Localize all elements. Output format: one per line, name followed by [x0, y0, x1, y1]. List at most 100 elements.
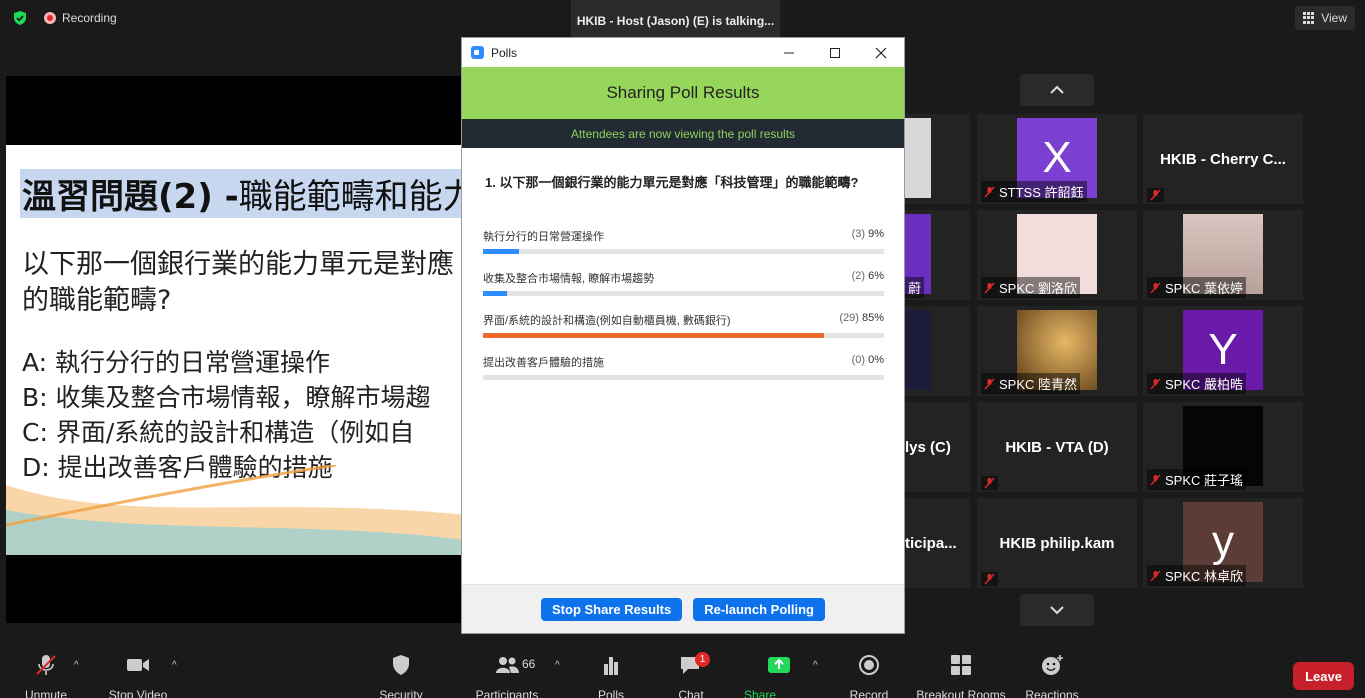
participant-label: SPKC 林卓欣 — [1147, 565, 1247, 586]
participant-tile[interactable]: HKIB philip.kam — [977, 498, 1137, 588]
poll-option-percent: 6% — [868, 270, 884, 282]
muted-mic-icon — [1150, 474, 1161, 485]
polls-status: Attendees are now viewing the poll resul… — [462, 119, 904, 148]
participant-tile[interactable]: HKIB - VTA (D) — [977, 402, 1137, 492]
shield-icon — [393, 655, 409, 675]
gallery-prev-button[interactable] — [1020, 74, 1094, 106]
participants-label: Participants — [475, 688, 539, 698]
participants-caret-icon[interactable]: ^ — [555, 660, 560, 671]
poll-option-row: 收集及整合市場情報, 瞭解市場趨勢 (2) 6% — [483, 270, 884, 286]
participant-tile[interactable] — [905, 306, 970, 396]
poll-option: 提出改善客戶體驗的措施 (0) 0% — [483, 354, 884, 380]
poll-option-bar-fill — [483, 291, 508, 296]
poll-option-percent: 9% — [868, 228, 884, 240]
chat-unread-badge: 1 — [695, 652, 710, 667]
poll-option-bar-track — [483, 291, 884, 296]
participant-tile[interactable]: 蔚 — [905, 210, 970, 300]
participant-tile[interactable]: ticipa... — [905, 498, 970, 588]
smiley-plus-icon — [1042, 655, 1063, 675]
participant-label — [981, 476, 998, 490]
participants-icon — [496, 657, 519, 673]
polls-window: Polls Sharing Poll Results Attendees are… — [461, 37, 905, 634]
view-button[interactable]: View — [1295, 6, 1355, 30]
record-icon — [859, 655, 879, 675]
poll-option-label: 收集及整合市場情報, 瞭解市場趨勢 — [483, 273, 655, 285]
chevron-down-icon — [1050, 606, 1064, 615]
unmute-button[interactable]: Unmute — [24, 654, 68, 698]
polls-window-title: Polls — [491, 45, 518, 60]
participant-tile[interactable]: SPKC 劉洛欣 — [977, 210, 1137, 300]
maximize-icon — [830, 47, 840, 58]
poll-results: 1. 以下那一個銀行業的能力單元是對應「科技管理」的職能範疇? 執行分行的日常營… — [462, 148, 904, 584]
slide-options: A: 執行分行的日常營運操作 B: 收集及整合市場情報，瞭解市場趨 C: 界面/… — [22, 345, 431, 485]
participant-label-text: SPKC 嚴柏晧 — [1165, 377, 1244, 392]
avatar-letter: X — [1042, 133, 1072, 182]
share-options-caret-icon[interactable]: ^ — [813, 660, 818, 671]
poll-option-label: 界面/系統的設計和構造(例如自動櫃員機, 數碼銀行) — [483, 315, 731, 327]
recording-indicator[interactable]: Recording — [44, 11, 117, 25]
polls-button[interactable]: Polls — [596, 654, 626, 698]
relaunch-polling-button[interactable]: Re-launch Polling — [693, 597, 825, 621]
slide-question-line: 以下那一個銀行業的能力單元是對應 — [22, 249, 454, 280]
muted-mic-icon — [984, 477, 995, 489]
poll-option: 界面/系統的設計和構造(例如自動櫃員機, 數碼銀行) (29) 85% — [483, 312, 884, 338]
leave-button[interactable]: Leave — [1293, 662, 1354, 690]
participant-tile[interactable]: lys (C) — [905, 402, 970, 492]
poll-option-bar-track — [483, 333, 884, 338]
recording-label: Recording — [62, 11, 117, 25]
stop-share-results-button[interactable]: Stop Share Results — [541, 597, 683, 621]
breakout-rooms-button[interactable]: Breakout Rooms — [916, 654, 1006, 698]
presentation-slide: 溫習問題(2) -職能範疇和能力 以下那一個銀行業的能力單元是對應 的職能範疇?… — [6, 145, 462, 555]
participant-name: HKIB philip.kam — [999, 534, 1115, 552]
poll-option-count: (2) — [851, 270, 866, 282]
avatar-letter: y — [1212, 517, 1234, 566]
reactions-label: Reactions — [1025, 688, 1079, 698]
participant-tile[interactable]: SPKC 莊子瑤 — [1143, 402, 1303, 492]
shield-check-icon[interactable] — [12, 10, 28, 26]
muted-mic-icon — [1150, 570, 1161, 581]
gallery-next-button[interactable] — [1020, 594, 1094, 626]
stop-video-button[interactable]: Stop Video — [108, 654, 168, 698]
muted-mic-icon — [984, 378, 995, 389]
slide-decoration — [6, 465, 462, 555]
participant-label: SPKC 葉依婷 — [1147, 277, 1247, 298]
poll-option: 收集及整合市場情報, 瞭解市場趨勢 (2) 6% — [483, 270, 884, 296]
share-screen-label: Share Screen — [744, 688, 777, 698]
participant-tile[interactable]: SPKC 陸青然 — [977, 306, 1137, 396]
reactions-button[interactable]: Reactions — [1025, 654, 1079, 698]
share-screen-button[interactable]: Share Screen — [744, 654, 814, 698]
record-button[interactable]: Record — [849, 654, 889, 698]
security-button[interactable]: Security — [378, 654, 424, 698]
slide-title-bold: 溫習問題(2) - — [22, 177, 239, 217]
grid-view-icon — [1303, 12, 1315, 24]
participant-tile[interactable]: X STTSS 許韶鈺 — [977, 114, 1137, 204]
slide-title: 溫習問題(2) -職能範疇和能力 — [20, 169, 462, 218]
muted-mic-icon — [1150, 282, 1161, 293]
participant-tile[interactable]: HKIB - Cherry C... — [1143, 114, 1303, 204]
participant-label-text: SPKC 陸青然 — [999, 377, 1078, 392]
polls-titlebar: Polls — [462, 38, 904, 67]
audio-options-caret-icon[interactable]: ^ — [74, 660, 79, 671]
poll-option-bar-track — [483, 249, 884, 254]
participant-tile[interactable]: y SPKC 林卓欣 — [1143, 498, 1303, 588]
participant-label — [1147, 188, 1164, 202]
participant-label: STTSS 許韶鈺 — [981, 181, 1087, 202]
record-dot-icon — [44, 12, 56, 24]
polls-label: Polls — [597, 688, 624, 698]
participant-tile[interactable]: SPKC 葉依婷 — [1143, 210, 1303, 300]
poll-option-bar-fill — [483, 249, 520, 254]
polls-footer: Stop Share Results Re-launch Polling — [462, 584, 904, 633]
maximize-button[interactable] — [812, 38, 858, 67]
avatar-letter: Y — [1208, 325, 1238, 374]
participant-tile[interactable] — [905, 114, 970, 204]
minimize-button[interactable] — [766, 38, 812, 67]
chevron-up-icon — [1050, 85, 1064, 94]
participant-label-text: SPKC 葉依婷 — [1165, 281, 1244, 296]
participant-name: lys (C) — [905, 438, 951, 456]
slide-option: A: 執行分行的日常營運操作 — [22, 348, 331, 377]
slide-title-rest: 職能範疇和能力 — [238, 177, 462, 217]
video-options-caret-icon[interactable]: ^ — [172, 660, 177, 671]
participant-tile[interactable]: Y SPKC 嚴柏晧 — [1143, 306, 1303, 396]
slide-option: B: 收集及整合市場情報，瞭解市場趨 — [22, 383, 431, 412]
close-button[interactable] — [858, 38, 904, 67]
